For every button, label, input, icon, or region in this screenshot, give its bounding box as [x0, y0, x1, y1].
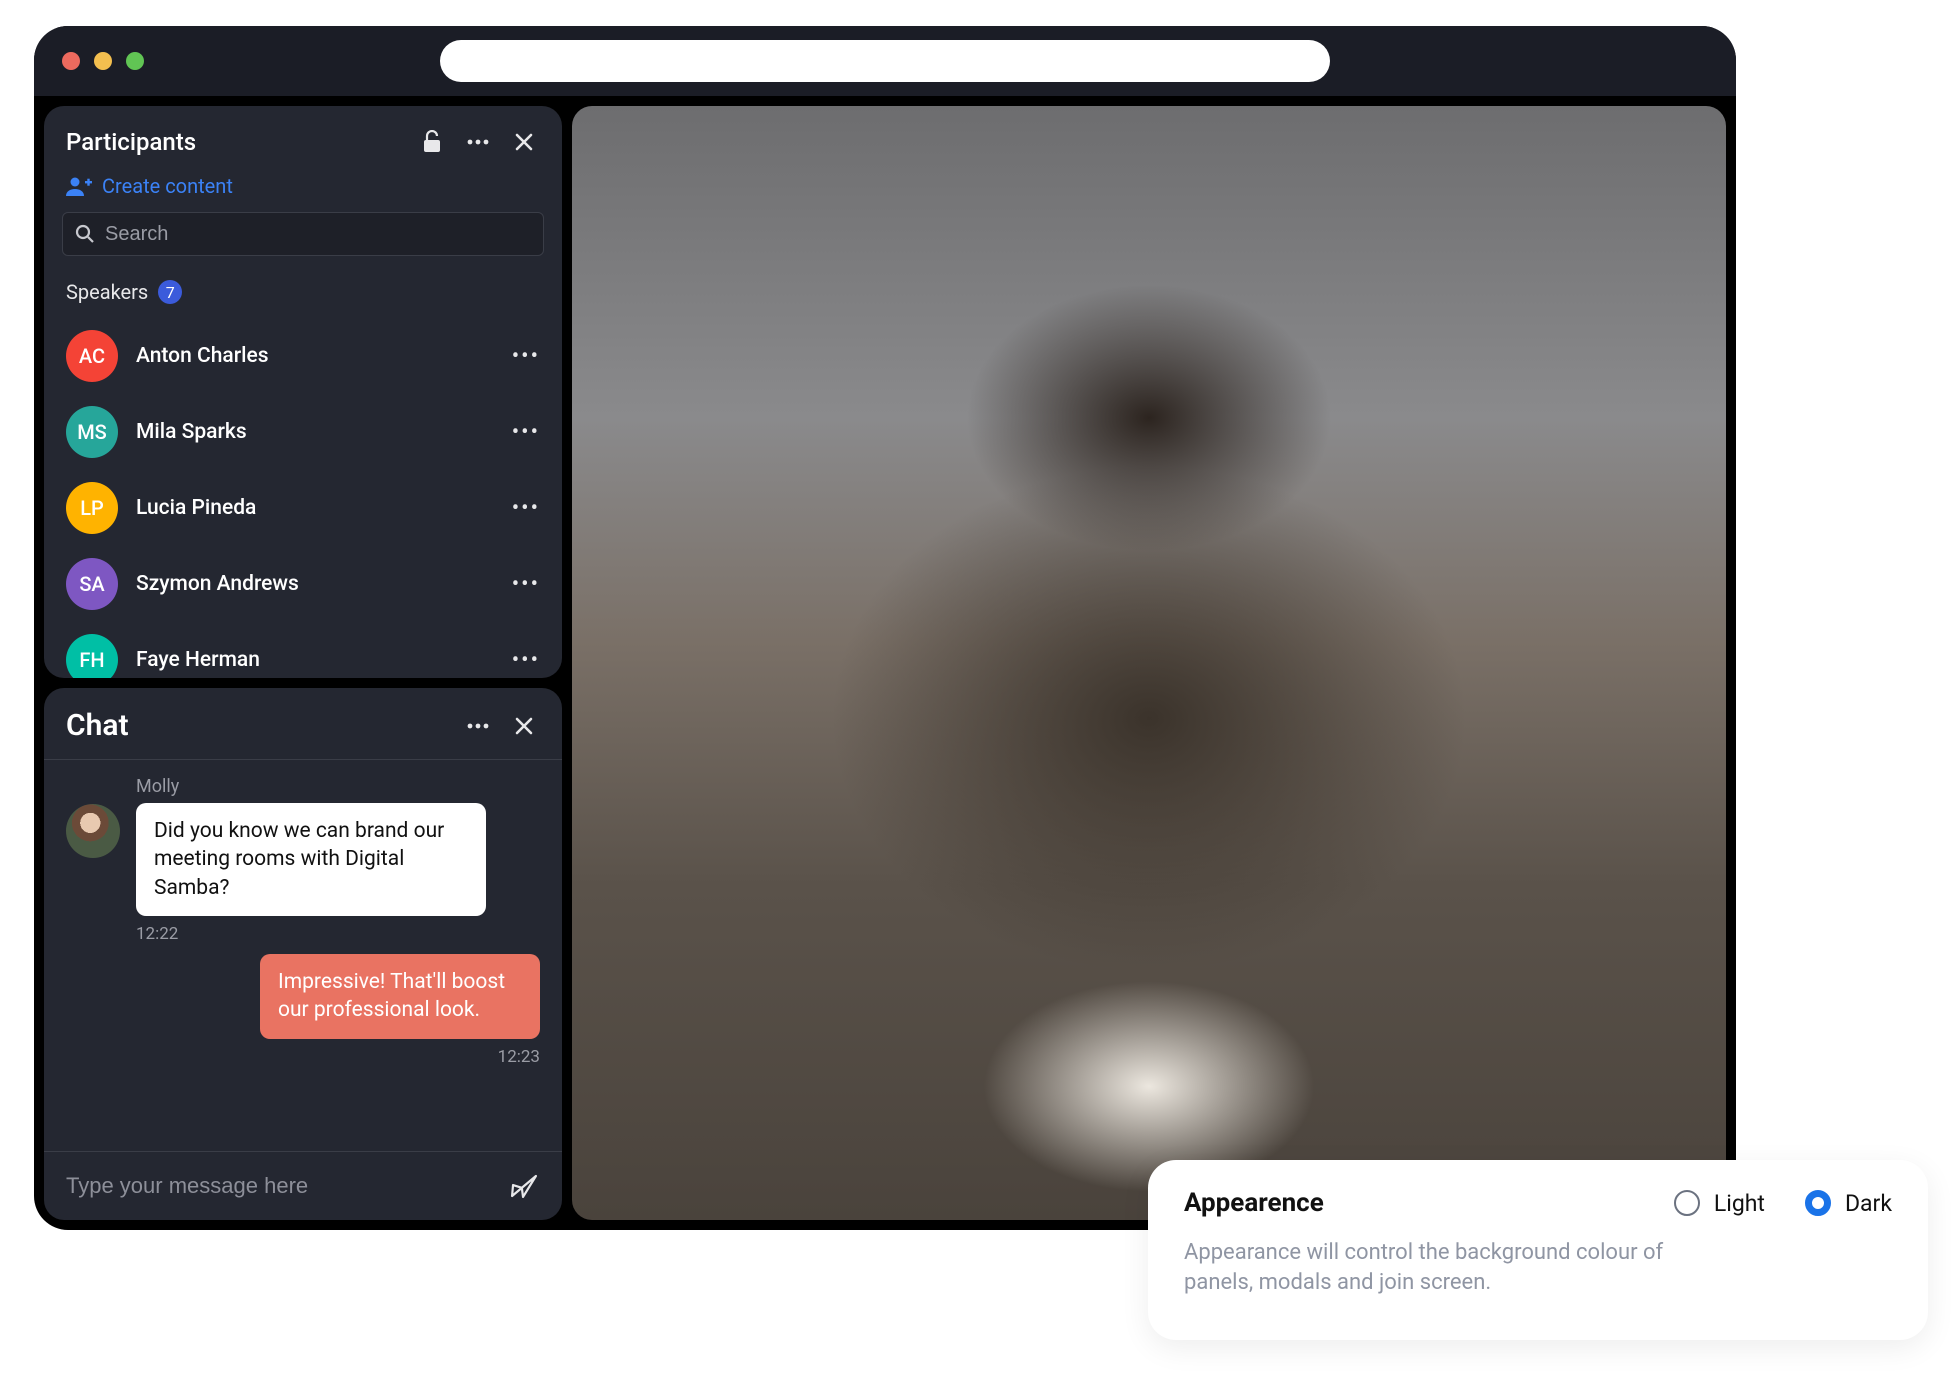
left-column: Participants: [44, 106, 562, 1220]
lock-icon[interactable]: [416, 126, 448, 158]
participants-list: AC Anton Charles ••• MS Mila Sparks ••• …: [44, 318, 562, 678]
participant-name: Mila Sparks: [136, 420, 494, 444]
avatar: MS: [66, 406, 118, 458]
message-bubble: Impressive! That'll boost our profession…: [260, 954, 540, 1039]
close-window-button[interactable]: [62, 52, 80, 70]
search-input[interactable]: [105, 223, 531, 246]
message-bubble: Did you know we can brand our meeting ro…: [136, 803, 486, 916]
content-area: Participants: [34, 96, 1736, 1230]
appearance-option-dark[interactable]: Dark: [1805, 1190, 1892, 1217]
address-bar[interactable]: [440, 40, 1330, 82]
participant-more-icon[interactable]: •••: [512, 420, 540, 445]
close-icon[interactable]: [508, 126, 540, 158]
minimize-window-button[interactable]: [94, 52, 112, 70]
chat-header: Chat: [44, 688, 562, 759]
participants-header: Participants: [44, 106, 562, 174]
avatar: [66, 804, 120, 858]
title-bar: [34, 26, 1736, 96]
create-content-label: Create content: [102, 174, 233, 198]
message-time: 12:23: [498, 1047, 540, 1067]
radio-unchecked-icon: [1674, 1190, 1700, 1216]
participant-name: Szymon Andrews: [136, 572, 494, 596]
participants-panel: Participants: [44, 106, 562, 678]
message-time: 12:22: [136, 924, 540, 944]
search-wrap: [44, 212, 562, 274]
app-window: Participants: [34, 26, 1736, 1230]
chat-input-row: [44, 1151, 562, 1220]
participant-row[interactable]: FH Faye Herman •••: [44, 622, 562, 678]
message-incoming: Molly Did you know we can brand our meet…: [66, 776, 540, 944]
participant-more-icon[interactable]: •••: [512, 496, 540, 521]
participant-name: Anton Charles: [136, 344, 494, 368]
participant-row[interactable]: AC Anton Charles •••: [44, 318, 562, 394]
speakers-label: Speakers: [66, 280, 148, 304]
participant-row[interactable]: LP Lucia Pineda •••: [44, 470, 562, 546]
appearance-light-label: Light: [1714, 1190, 1765, 1217]
speakers-count-badge: 7: [158, 280, 182, 304]
participant-name: Faye Herman: [136, 648, 494, 672]
avatar: LP: [66, 482, 118, 534]
video-pane: [572, 106, 1726, 1220]
search-icon: [75, 224, 95, 244]
person-add-icon: [66, 176, 92, 196]
appearance-title: Appearence: [1184, 1188, 1634, 1218]
maximize-window-button[interactable]: [126, 52, 144, 70]
appearance-dark-label: Dark: [1845, 1190, 1892, 1217]
appearance-card: Appearence Light Dark Appearance will co…: [1148, 1160, 1928, 1340]
send-icon[interactable]: [508, 1170, 540, 1202]
appearance-option-light[interactable]: Light: [1674, 1190, 1765, 1217]
avatar: SA: [66, 558, 118, 610]
participant-name: Lucia Pineda: [136, 496, 494, 520]
participant-more-icon[interactable]: •••: [512, 648, 540, 673]
radio-checked-icon: [1805, 1190, 1831, 1216]
participants-title: Participants: [66, 128, 402, 156]
close-icon[interactable]: [508, 710, 540, 742]
participant-more-icon[interactable]: •••: [512, 344, 540, 369]
more-icon[interactable]: [462, 710, 494, 742]
chat-body: Molly Did you know we can brand our meet…: [44, 760, 562, 1151]
message-author: Molly: [136, 776, 540, 797]
speakers-section: Speakers 7: [44, 274, 562, 318]
appearance-description: Appearance will control the background c…: [1184, 1238, 1704, 1297]
participant-row[interactable]: SA Szymon Andrews •••: [44, 546, 562, 622]
more-icon[interactable]: [462, 126, 494, 158]
chat-input[interactable]: [66, 1173, 482, 1199]
chat-title: Chat: [66, 708, 448, 743]
search-field[interactable]: [62, 212, 544, 256]
message-outgoing: Impressive! That'll boost our profession…: [66, 954, 540, 1067]
participant-more-icon[interactable]: •••: [512, 572, 540, 597]
appearance-row: Appearence Light Dark: [1184, 1188, 1892, 1218]
participant-row[interactable]: MS Mila Sparks •••: [44, 394, 562, 470]
chat-panel: Chat Molly Did you know we can brand: [44, 688, 562, 1220]
avatar: FH: [66, 634, 118, 678]
window-controls: [62, 52, 144, 70]
create-content-button[interactable]: Create content: [44, 174, 562, 212]
avatar: AC: [66, 330, 118, 382]
